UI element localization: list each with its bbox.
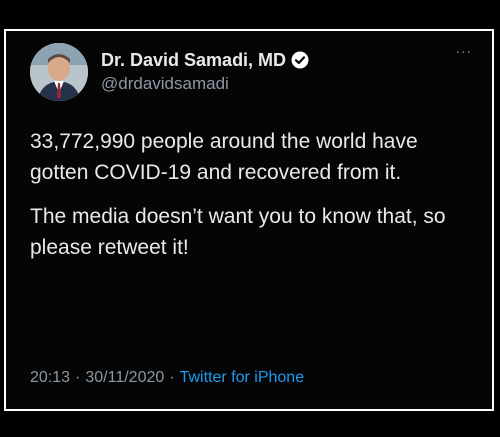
tweet-paragraph-1: 33,772,990 people around the world have … xyxy=(30,130,418,184)
tweet-card: Dr. David Samadi, MD @drdavidsamadi ... … xyxy=(6,31,492,409)
tweet-frame: Dr. David Samadi, MD @drdavidsamadi ... … xyxy=(4,29,494,411)
tweet-paragraph-2: The media doesn’t want you to know that,… xyxy=(30,205,446,259)
user-handle[interactable]: @drdavidsamadi xyxy=(101,73,309,95)
tweet-text: 33,772,990 people around the world have … xyxy=(30,126,478,276)
tweet-date[interactable]: 30/11/2020 xyxy=(85,369,164,386)
avatar[interactable] xyxy=(30,43,88,101)
name-row: Dr. David Samadi, MD xyxy=(101,49,309,71)
author-info: Dr. David Samadi, MD @drdavidsamadi xyxy=(101,49,309,95)
tweet-time[interactable]: 20:13 xyxy=(30,369,70,386)
separator-dot-2: · xyxy=(169,369,175,386)
more-options-icon[interactable]: ... xyxy=(456,41,472,57)
tweet-footer: 20:13 · 30/11/2020 · Twitter for iPhone xyxy=(30,368,304,388)
display-name[interactable]: Dr. David Samadi, MD xyxy=(101,49,286,71)
tweet-source-link[interactable]: Twitter for iPhone xyxy=(180,369,305,386)
tweet-header: Dr. David Samadi, MD @drdavidsamadi xyxy=(30,41,309,103)
avatar-image xyxy=(30,43,88,101)
verified-badge-icon xyxy=(291,51,309,69)
separator-dot: · xyxy=(75,369,81,386)
